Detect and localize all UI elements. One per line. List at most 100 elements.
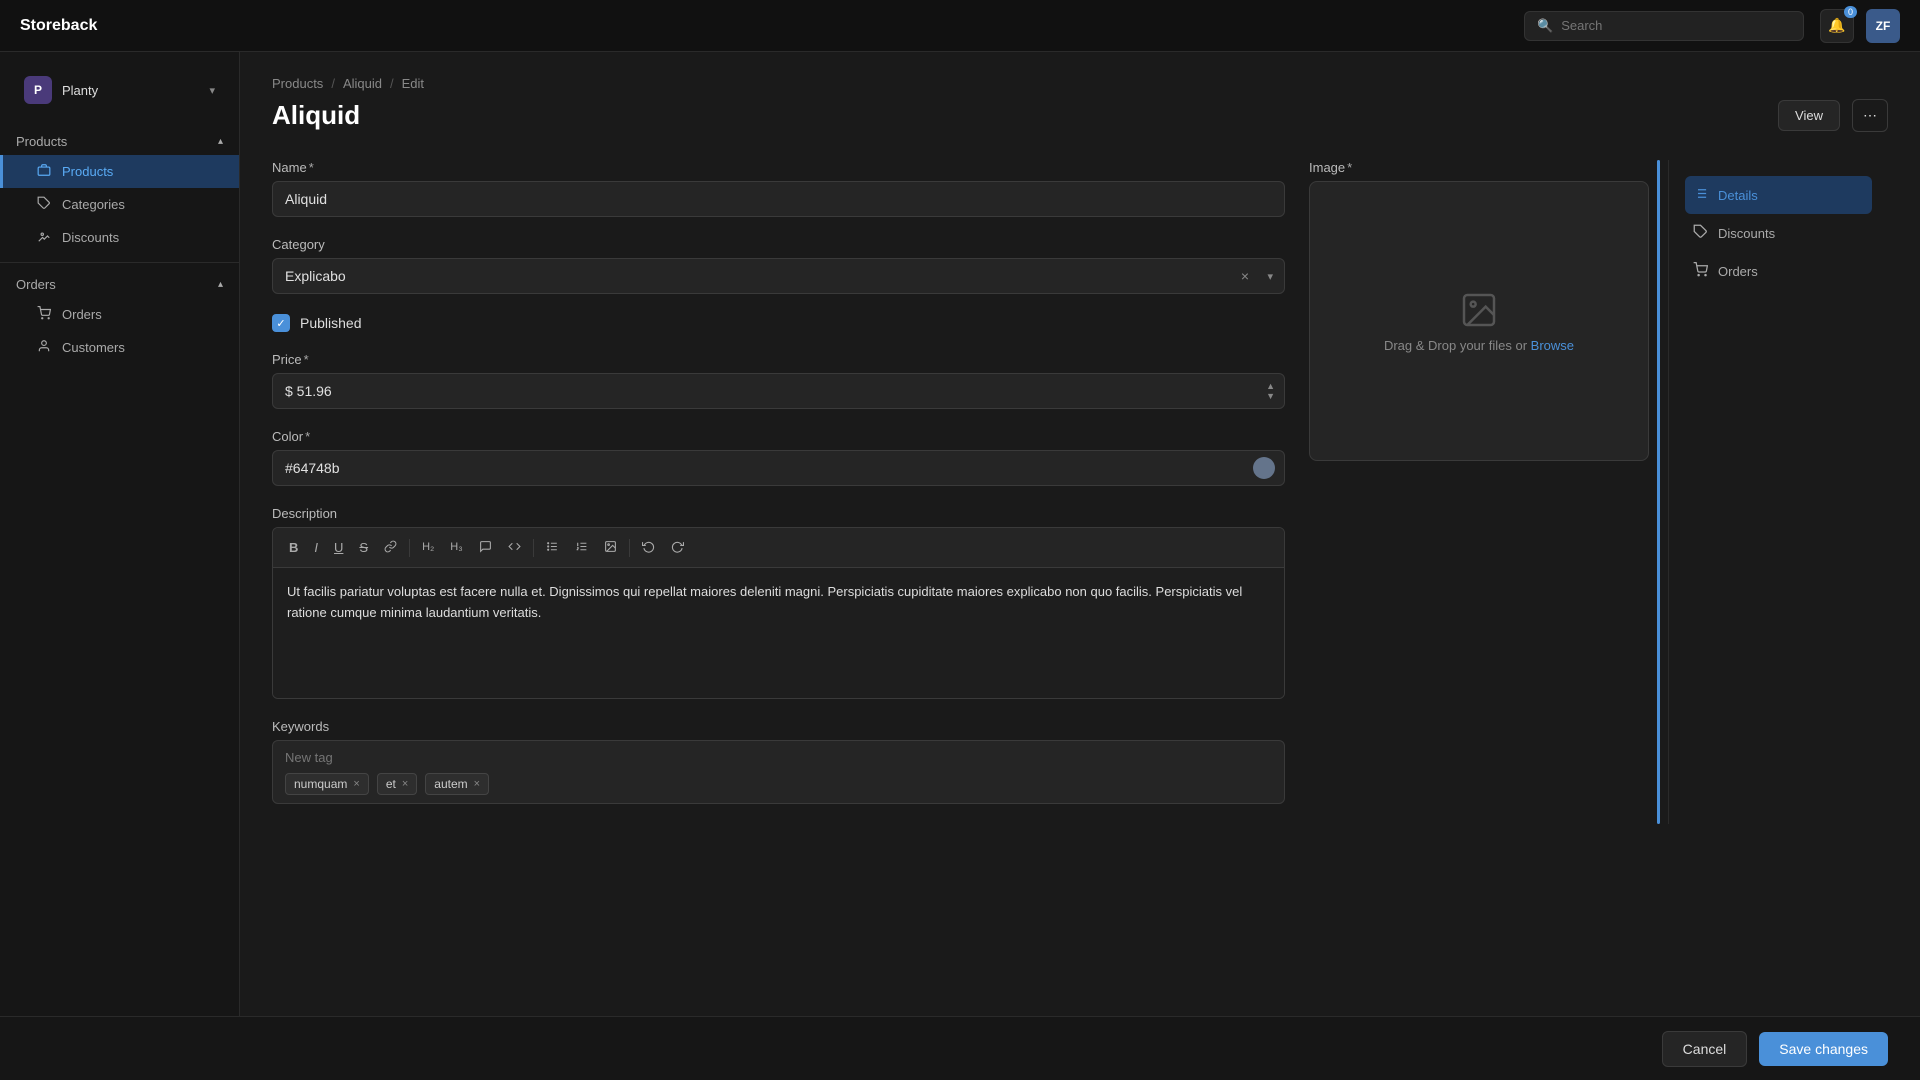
right-panel-discounts[interactable]: Discounts [1685, 214, 1872, 252]
form-layout: Name* Category × ▾ [272, 160, 1649, 824]
user-avatar[interactable]: ZF [1866, 9, 1900, 43]
content-area: Products / Aliquid / Edit Aliquid View ⋯ [240, 52, 1920, 1016]
category-field-group: Category × ▾ [272, 237, 1285, 294]
bullet-list-button[interactable] [540, 536, 565, 559]
description-label: Description [272, 506, 1285, 521]
workspace-selector[interactable]: P Planty ▾ [8, 68, 231, 112]
published-label[interactable]: Published [300, 315, 362, 331]
topbar-right: 🔔 0 ZF [1820, 9, 1900, 43]
tag-remove-et[interactable]: × [402, 778, 408, 790]
code-button[interactable] [502, 536, 527, 559]
sidebar-section-orders[interactable]: Orders ▴ [0, 271, 239, 298]
cancel-button[interactable]: Cancel [1662, 1031, 1748, 1067]
toolbar-sep-2 [533, 539, 534, 557]
tag-remove-autem[interactable]: × [474, 778, 480, 790]
name-input[interactable] [272, 181, 1285, 217]
sidebar-item-categories-label: Categories [62, 197, 125, 212]
breadcrumb-sep-2: / [390, 76, 394, 91]
app-logo: Storeback [20, 17, 97, 35]
search-icon: 🔍 [1537, 18, 1553, 34]
description-editor[interactable]: Ut facilis pariatur voluptas est facere … [273, 568, 1284, 698]
link-button[interactable] [378, 536, 403, 559]
workspace-name: Planty [62, 83, 199, 98]
form-main: Name* Category × ▾ [272, 160, 1285, 824]
bottom-bar: Cancel Save changes [0, 1016, 1920, 1080]
name-field-group: Name* [272, 160, 1285, 217]
color-input-wrapper [272, 450, 1285, 486]
sidebar-item-customers[interactable]: Customers [0, 331, 239, 364]
h3-button[interactable]: H₃ [444, 538, 468, 557]
breadcrumb: Products / Aliquid / Edit [272, 76, 1888, 91]
price-increment-button[interactable]: ▲ [1266, 382, 1275, 391]
bell-icon: 🔔 [1828, 17, 1845, 34]
search-box[interactable]: 🔍 [1524, 11, 1804, 41]
notif-badge: 0 [1844, 6, 1857, 18]
strikethrough-button[interactable]: S [353, 537, 374, 558]
breadcrumb-aliquid[interactable]: Aliquid [343, 76, 382, 91]
h2-button[interactable]: H₂ [416, 538, 440, 557]
published-checkbox[interactable]: ✓ [272, 314, 290, 332]
browse-link[interactable]: Browse [1531, 338, 1574, 353]
right-panel: Details Discounts Orders [1668, 160, 1888, 824]
category-input[interactable] [272, 258, 1285, 294]
breadcrumb-products[interactable]: Products [272, 76, 323, 91]
published-wrapper: ✓ Published [272, 314, 1285, 332]
sidebar-item-categories[interactable]: Categories [0, 188, 239, 221]
sidebar-item-products-label: Products [62, 164, 113, 179]
image-button[interactable] [598, 536, 623, 559]
underline-button[interactable]: U [328, 537, 349, 558]
image-label: Image* [1309, 160, 1649, 175]
sidebar-item-products[interactable]: Products [0, 155, 239, 188]
more-options-button[interactable]: ⋯ [1852, 99, 1888, 132]
price-input-wrapper: ▲ ▼ [272, 373, 1285, 409]
sidebar: P Planty ▾ Products ▴ Products Categorie… [0, 52, 240, 1016]
sidebar-section-products[interactable]: Products ▴ [0, 128, 239, 155]
right-panel-orders[interactable]: Orders [1685, 252, 1872, 290]
keywords-field-group: Keywords numquam × et [272, 719, 1285, 804]
save-changes-button[interactable]: Save changes [1759, 1032, 1888, 1066]
toolbar-sep-3 [629, 539, 630, 557]
price-label: Price* [272, 352, 1285, 367]
tag-label-et: et [386, 777, 396, 791]
notification-button[interactable]: 🔔 0 [1820, 9, 1854, 43]
redo-button[interactable] [665, 536, 690, 559]
price-decrement-button[interactable]: ▼ [1266, 392, 1275, 401]
keywords-input[interactable] [285, 750, 1272, 765]
category-clear-icon[interactable]: × [1241, 268, 1249, 284]
undo-button[interactable] [636, 536, 661, 559]
sidebar-item-orders[interactable]: Orders [0, 298, 239, 331]
user-icon [36, 339, 52, 356]
image-upload-area[interactable]: Drag & Drop your files or Browse [1309, 181, 1649, 461]
color-label: Color* [272, 429, 1285, 444]
form-container: Name* Category × ▾ [272, 160, 1649, 824]
italic-button[interactable]: I [308, 537, 324, 558]
tag-remove-numquam[interactable]: × [353, 778, 359, 790]
tag-panel-icon [1693, 224, 1708, 242]
keywords-input-wrapper: numquam × et × autem × [272, 740, 1285, 804]
price-input[interactable] [272, 373, 1285, 409]
sidebar-section-products-label: Products [16, 134, 67, 149]
editor-toolbar: B I U S H₂ H₃ [273, 528, 1284, 568]
color-swatch[interactable] [1253, 457, 1275, 479]
tag-autem: autem × [425, 773, 489, 795]
editor-container: B I U S H₂ H₃ [272, 527, 1285, 699]
sidebar-item-orders-label: Orders [62, 307, 102, 322]
tag-label-numquam: numquam [294, 777, 347, 791]
sidebar-item-discounts[interactable]: Discounts [0, 221, 239, 254]
right-panel-details[interactable]: Details [1685, 176, 1872, 214]
color-input[interactable] [272, 450, 1285, 486]
quote-button[interactable] [473, 536, 498, 559]
check-icon: ✓ [276, 317, 285, 330]
tag-icon [36, 196, 52, 213]
upload-text: Drag & Drop your files or Browse [1384, 338, 1574, 353]
sidebar-section-orders-label: Orders [16, 277, 56, 292]
search-input[interactable] [1561, 18, 1791, 33]
view-button[interactable]: View [1778, 100, 1840, 131]
topbar: Storeback 🔍 🔔 0 ZF [0, 0, 1920, 52]
bold-button[interactable]: B [283, 537, 304, 558]
discount-icon [36, 229, 52, 246]
main-layout: P Planty ▾ Products ▴ Products Categorie… [0, 52, 1920, 1016]
form-and-panel: Name* Category × ▾ [272, 160, 1888, 824]
ordered-list-button[interactable] [569, 536, 594, 559]
sidebar-item-discounts-label: Discounts [62, 230, 119, 245]
